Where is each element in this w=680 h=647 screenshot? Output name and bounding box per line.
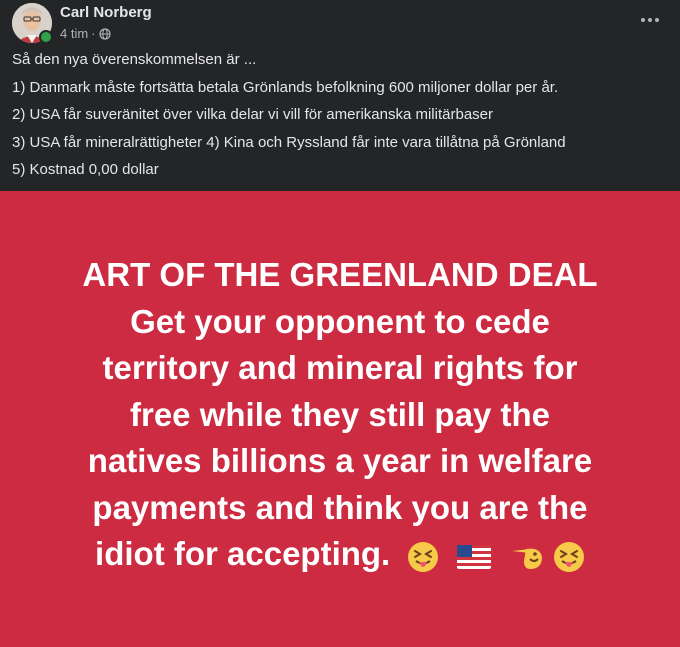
post-text-line: 5) Kostnad 0,00 dollar [12, 161, 159, 179]
card-line: payments and think you are the [92, 488, 588, 526]
author-name[interactable]: Carl Norberg [60, 4, 152, 21]
facebook-post: Carl Norberg 4 tim · Så den nya överensk… [0, 0, 680, 647]
post-text-line: Så den nya överenskommelsen är ... [12, 51, 257, 68]
card-line: ART OF THE GREENLAND DEAL [82, 256, 598, 294]
card-line: idiot for accepting. [95, 535, 391, 573]
card-line: natives billions a year in welfare [87, 442, 593, 480]
post-meta: 4 tim · [60, 26, 111, 41]
pointing-hand-emoji [511, 548, 542, 569]
card-line: Get your opponent to cede [130, 302, 550, 340]
post-text-line: 1) Danmark måste fortsätta betala Grönla… [12, 78, 559, 96]
more-options-icon[interactable] [634, 6, 666, 34]
online-status-indicator [39, 30, 53, 44]
post-time[interactable]: 4 tim [60, 26, 88, 41]
card-line: territory and mineral rights for [102, 349, 578, 387]
card-text: ART OF THE GREENLAND DEAL Get your oppon… [82, 252, 597, 578]
card-last-line: idiot for accepting. [82, 531, 597, 578]
post-text: Så den nya överenskommelsen är ... 1) Da… [12, 50, 668, 188]
squinting-tongue-emoji [553, 541, 584, 572]
post-text-line: 2) USA får suveränitet över vilka delar … [12, 106, 494, 124]
card-line: free while they still pay the [130, 395, 550, 433]
squinting-tongue-emoji [408, 541, 439, 572]
globe-icon[interactable] [98, 27, 111, 40]
meta-separator: · [91, 26, 96, 41]
us-flag-emoji [456, 544, 491, 569]
post-header: Carl Norberg 4 tim · [0, 0, 680, 48]
post-text-line: 3) USA får mineralrättigheter 4) Kina oc… [12, 133, 566, 151]
text-card: ART OF THE GREENLAND DEAL Get your oppon… [0, 191, 680, 647]
